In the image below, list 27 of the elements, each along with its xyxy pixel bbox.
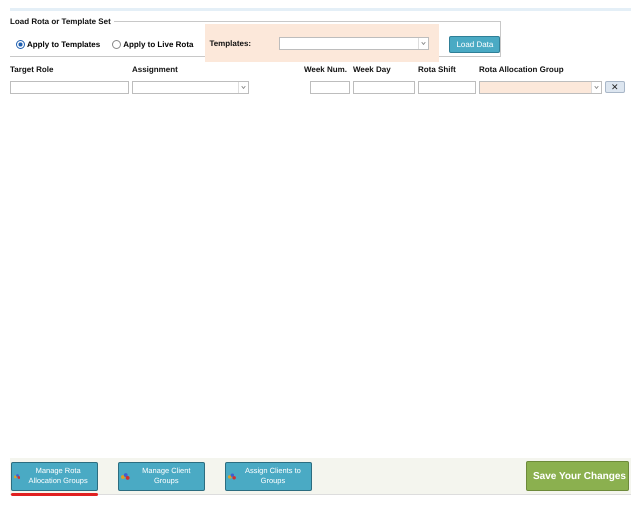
column-label: Rota Allocation Group — [479, 65, 565, 76]
templates-dropdown[interactable] — [279, 36, 430, 50]
radio-option[interactable]: Apply to Live Rota — [112, 40, 194, 48]
panel-legend: Load Rota or Template Set — [10, 17, 114, 26]
text-field[interactable] — [310, 81, 350, 94]
group-icon — [228, 472, 236, 480]
dropdown-caret-icon — [418, 38, 428, 48]
save-button[interactable]: Save Your Changes — [526, 461, 629, 491]
group-icon — [121, 472, 130, 480]
load-data-button[interactable]: Load Data — [449, 36, 500, 52]
column-label: Week Day — [353, 65, 392, 76]
dropdown-field[interactable] — [479, 81, 602, 94]
dropdown-caret-icon — [591, 82, 601, 93]
group-icon — [14, 472, 20, 480]
dropdown-field[interactable] — [132, 81, 249, 94]
radio-option[interactable]: Apply to Templates — [16, 40, 100, 48]
text-field[interactable] — [10, 81, 129, 94]
clear-button[interactable]: ✕ — [605, 81, 625, 93]
dropdown-caret-icon — [238, 82, 248, 93]
templates-label: Templates: — [209, 38, 252, 48]
radio-icon — [16, 40, 25, 48]
text-field[interactable] — [353, 81, 415, 94]
column-label: Rota Shift — [418, 65, 457, 76]
column-label: Target Role — [10, 65, 54, 76]
column-label: Week Num. — [304, 65, 348, 76]
radio-icon — [112, 40, 122, 48]
text-field[interactable] — [418, 81, 476, 94]
